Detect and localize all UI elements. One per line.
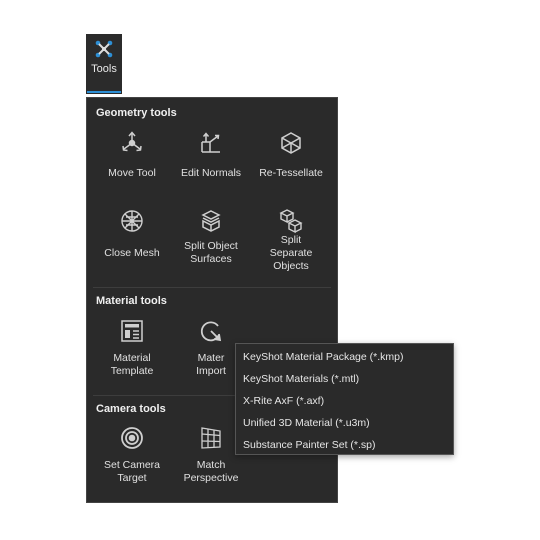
split-separate-objects-label: Split Separate Objects xyxy=(269,234,313,272)
match-perspective-label: Match Perspective xyxy=(183,459,239,484)
re-tessellate-icon xyxy=(281,132,301,154)
split-separate-objects-icon xyxy=(279,209,303,234)
close-mesh-label: Close Mesh xyxy=(104,247,160,259)
tools-button[interactable]: Tools xyxy=(86,34,122,94)
active-indicator xyxy=(87,91,121,93)
divider xyxy=(93,287,331,288)
move-tool-label: Move Tool xyxy=(108,167,156,179)
split-object-surfaces-button[interactable]: Split Object Surfaces xyxy=(171,208,251,266)
move-tool-button[interactable]: Move Tool xyxy=(92,130,172,180)
split-object-surfaces-label: Split Object Surfaces xyxy=(184,240,238,265)
edit-normals-icon xyxy=(201,132,220,153)
re-tessellate-label: Re-Tessellate xyxy=(259,167,323,179)
material-template-icon xyxy=(121,320,143,342)
geometry-tools-title: Geometry tools xyxy=(96,107,177,119)
set-camera-target-icon xyxy=(121,427,143,449)
set-camera-target-button[interactable]: Set Camera Target xyxy=(92,425,172,485)
tools-label: Tools xyxy=(91,63,117,75)
re-tessellate-button[interactable]: Re-Tessellate xyxy=(251,130,331,180)
set-camera-target-label: Set Camera Target xyxy=(103,459,161,484)
edit-normals-button[interactable]: Edit Normals xyxy=(171,130,251,180)
material-import-icon xyxy=(200,321,222,342)
menu-item-sp[interactable]: Substance Painter Set (*.sp) xyxy=(243,439,376,451)
material-tools-title: Material tools xyxy=(96,295,167,307)
move-tool-icon xyxy=(122,131,142,152)
close-mesh-button[interactable]: Close Mesh xyxy=(92,208,172,260)
material-template-button[interactable]: Material Template xyxy=(92,318,172,378)
material-template-label: Material Template xyxy=(110,352,154,377)
close-mesh-icon xyxy=(121,210,143,232)
edit-normals-label: Edit Normals xyxy=(180,167,242,179)
camera-tools-title: Camera tools xyxy=(96,403,166,415)
tools-icon xyxy=(95,40,113,58)
import-submenu: KeyShot Material Package (*.kmp) KeyShot… xyxy=(235,343,454,455)
menu-item-u3m[interactable]: Unified 3D Material (*.u3m) xyxy=(243,417,370,429)
split-object-surfaces-icon xyxy=(201,210,221,232)
menu-item-kmp[interactable]: KeyShot Material Package (*.kmp) xyxy=(243,351,403,363)
menu-item-axf[interactable]: X-Rite AxF (*.axf) xyxy=(243,395,324,407)
match-perspective-icon xyxy=(201,427,221,449)
menu-item-mtl[interactable]: KeyShot Materials (*.mtl) xyxy=(243,373,359,385)
split-separate-objects-button[interactable]: Split Separate Objects xyxy=(251,208,331,273)
